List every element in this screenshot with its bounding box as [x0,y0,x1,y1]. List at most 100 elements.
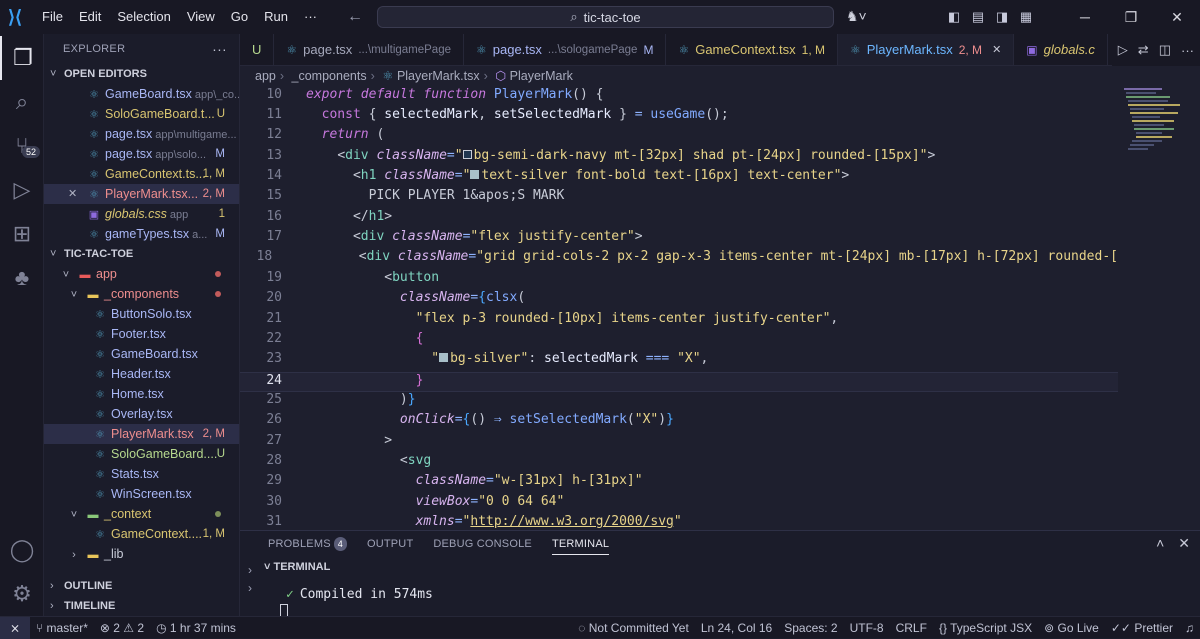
editor-tab[interactable]: U [240,34,275,65]
language-mode[interactable]: {} TypeScript JSX [933,621,1038,635]
tab-debug-console[interactable]: DEBUG CONSOLE [423,531,542,557]
run-debug-icon[interactable]: ▷ [0,168,44,212]
open-editor-name: globals.css [105,207,167,221]
maximize-panel-icon[interactable]: ˄ [1156,535,1164,552]
open-editor-item[interactable]: ⚛ gameTypes.tsx a... M [44,224,239,244]
minimize-button[interactable]: ─ [1062,9,1108,26]
file-item[interactable]: ⚛ WinScreen.tsx [44,484,239,504]
file-name: SoloGameBoard.... [111,447,218,461]
close-window-button[interactable]: ✕ [1154,9,1200,26]
outline-header[interactable]: › OUTLINE [44,576,239,596]
compare-icon[interactable]: ⇄ [1138,42,1149,58]
menu-view[interactable]: View [179,0,223,34]
close-tab-icon[interactable]: ✕ [992,34,1001,65]
run-icon[interactable]: ▷ [1118,42,1128,58]
breadcrumb-file[interactable]: PlayerMark.tsx [397,69,480,83]
more-actions-icon[interactable]: ··· [1181,43,1194,58]
open-editor-item[interactable]: ✕ ⚛ PlayerMark.tsx... 2, M [44,184,239,204]
customize-layout-icon[interactable]: ▦ [1014,9,1038,25]
file-item[interactable]: ⚛ Home.tsx [44,384,239,404]
time-tracker[interactable]: ◷ 1 hr 37 mins [150,621,242,635]
menu-more[interactable]: ··· [296,0,325,34]
file-item[interactable]: ⚛ Overlay.tsx [44,404,239,424]
file-item[interactable]: ⚛ GameBoard.tsx [44,344,239,364]
folder-context[interactable]: ˅ ▬ _context [44,504,239,524]
search-view-icon[interactable]: ⌕ [0,80,44,124]
file-item[interactable]: ⚛ PlayerMark.tsx 2, M [44,424,239,444]
explorer-icon[interactable]: ❐ [0,36,44,80]
file-item[interactable]: ⚛ ButtonSolo.tsx [44,304,239,324]
open-editor-item[interactable]: ⚛ GameContext.ts... 1, M [44,164,239,184]
editor-tab[interactable]: ⚛ page.tsx ...\sologamePage M [464,34,667,65]
code-editor[interactable]: 10 export default function PlayerMark() {… [240,86,1118,530]
open-editor-item[interactable]: ⚛ SoloGameBoard.t... U [44,104,239,124]
timeline-header[interactable]: › TIMELINE [44,596,239,616]
editor-tab[interactable]: ⚛ PlayerMark.tsx 2, M ✕ [837,34,1015,65]
react-file-icon: ⚛ [95,469,105,481]
breadcrumb-app[interactable]: app [255,69,276,83]
tab-terminal[interactable]: TERMINAL [542,531,619,557]
go-live-button[interactable]: ⊚ Go Live [1038,621,1105,635]
encoding[interactable]: UTF-8 [844,621,890,635]
remote-icon[interactable]: ⨯ [0,616,30,639]
editor-tab[interactable]: ⚛ page.tsx ...\multigamePage [274,34,464,65]
close-panel-icon[interactable]: ✕ [1178,535,1190,552]
git-blame-status[interactable]: ◌ Not Committed Yet [572,621,695,635]
extensions-icon[interactable]: ⊞ [0,212,44,256]
copilot-icon[interactable]: ♞˅ [846,8,867,25]
menu-edit[interactable]: Edit [71,0,109,34]
file-name: PlayerMark.tsx [111,427,194,441]
manage-gear-icon[interactable]: ⚙ [0,572,44,616]
breadcrumb-symbol[interactable]: PlayerMark [510,69,573,83]
open-editor-item[interactable]: ▣ globals.css app 1 [44,204,239,224]
open-editor-path: app [169,209,189,221]
react-file-icon: ⚛ [95,449,105,461]
file-item[interactable]: ⚛ Header.tsx [44,364,239,384]
menu-selection[interactable]: Selection [109,0,178,34]
notifications-bell-icon[interactable]: ♫ [1179,621,1200,635]
restore-button[interactable]: ❐ [1108,9,1154,26]
split-editor-icon[interactable]: ◫ [1159,42,1171,58]
folder-components[interactable]: ˅ ▬ _components [44,284,239,304]
terminal-header[interactable]: ˅ TERMINAL [264,561,330,573]
tab-problems[interactable]: PROBLEMS 4 [258,531,357,557]
react-file-icon: ⚛ [89,129,99,141]
open-editor-status: 1 [218,208,225,220]
open-editor-item[interactable]: ⚛ page.tsx app\solo... M [44,144,239,164]
problems-status[interactable]: ⊗ 2 ⚠ 2 [94,621,150,635]
minimap[interactable] [1118,86,1200,530]
menu-file[interactable]: File [34,0,71,34]
toggle-primary-sidebar-icon[interactable]: ◧ [942,9,966,25]
folder-lib[interactable]: › ▬ _lib [44,544,239,564]
back-arrow-icon[interactable]: ← [347,8,363,26]
file-gamecontext[interactable]: ⚛ GameContext.... 1, M [44,524,239,544]
file-item[interactable]: ⚛ Stats.tsx [44,464,239,484]
toggle-secondary-sidebar-icon[interactable]: ◨ [990,9,1014,25]
file-item[interactable]: ⚛ Footer.tsx [44,324,239,344]
prettier-status[interactable]: ✓✓ Prettier [1105,621,1179,635]
editor-tab[interactable]: ▣ globals.c [1014,34,1108,65]
open-editors-header[interactable]: ˅ OPEN EDITORS [44,64,239,84]
menu-go[interactable]: Go [223,0,256,34]
mongodb-leaf-icon[interactable]: ♣ [0,256,44,300]
line-endings[interactable]: CRLF [890,621,933,635]
accounts-icon[interactable]: ◯ [0,528,44,572]
open-editor-item[interactable]: ⚛ page.tsx app\multigame... [44,124,239,144]
indentation[interactable]: Spaces: 2 [778,621,843,635]
menu-run[interactable]: Run [256,0,296,34]
source-control-icon[interactable]: ⑂ [0,124,44,168]
editor-tab[interactable]: ⚛ GameContext.tsx 1, M [666,34,838,65]
more-actions-icon[interactable]: ··· [212,34,227,64]
command-center-search[interactable]: ⌕ tic-tac-toe [377,6,834,28]
open-editor-item[interactable]: ⚛ GameBoard.tsx app\_co... [44,84,239,104]
project-header[interactable]: ˅ TIC-TAC-TOE [44,244,239,264]
branch-status[interactable]: ⑂ master* [30,621,94,635]
toggle-panel-icon[interactable]: ▤ [966,9,990,25]
folder-app[interactable]: ˅ ▬ app [44,264,239,284]
cursor-position[interactable]: Ln 24, Col 16 [695,621,778,635]
breadcrumb-components[interactable]: _components [292,69,367,83]
tab-output[interactable]: OUTPUT [357,531,423,557]
code-line: viewBox="0 0 64 64" [415,494,565,509]
close-editor-icon[interactable]: ✕ [68,184,77,204]
file-item[interactable]: ⚛ SoloGameBoard.... U [44,444,239,464]
